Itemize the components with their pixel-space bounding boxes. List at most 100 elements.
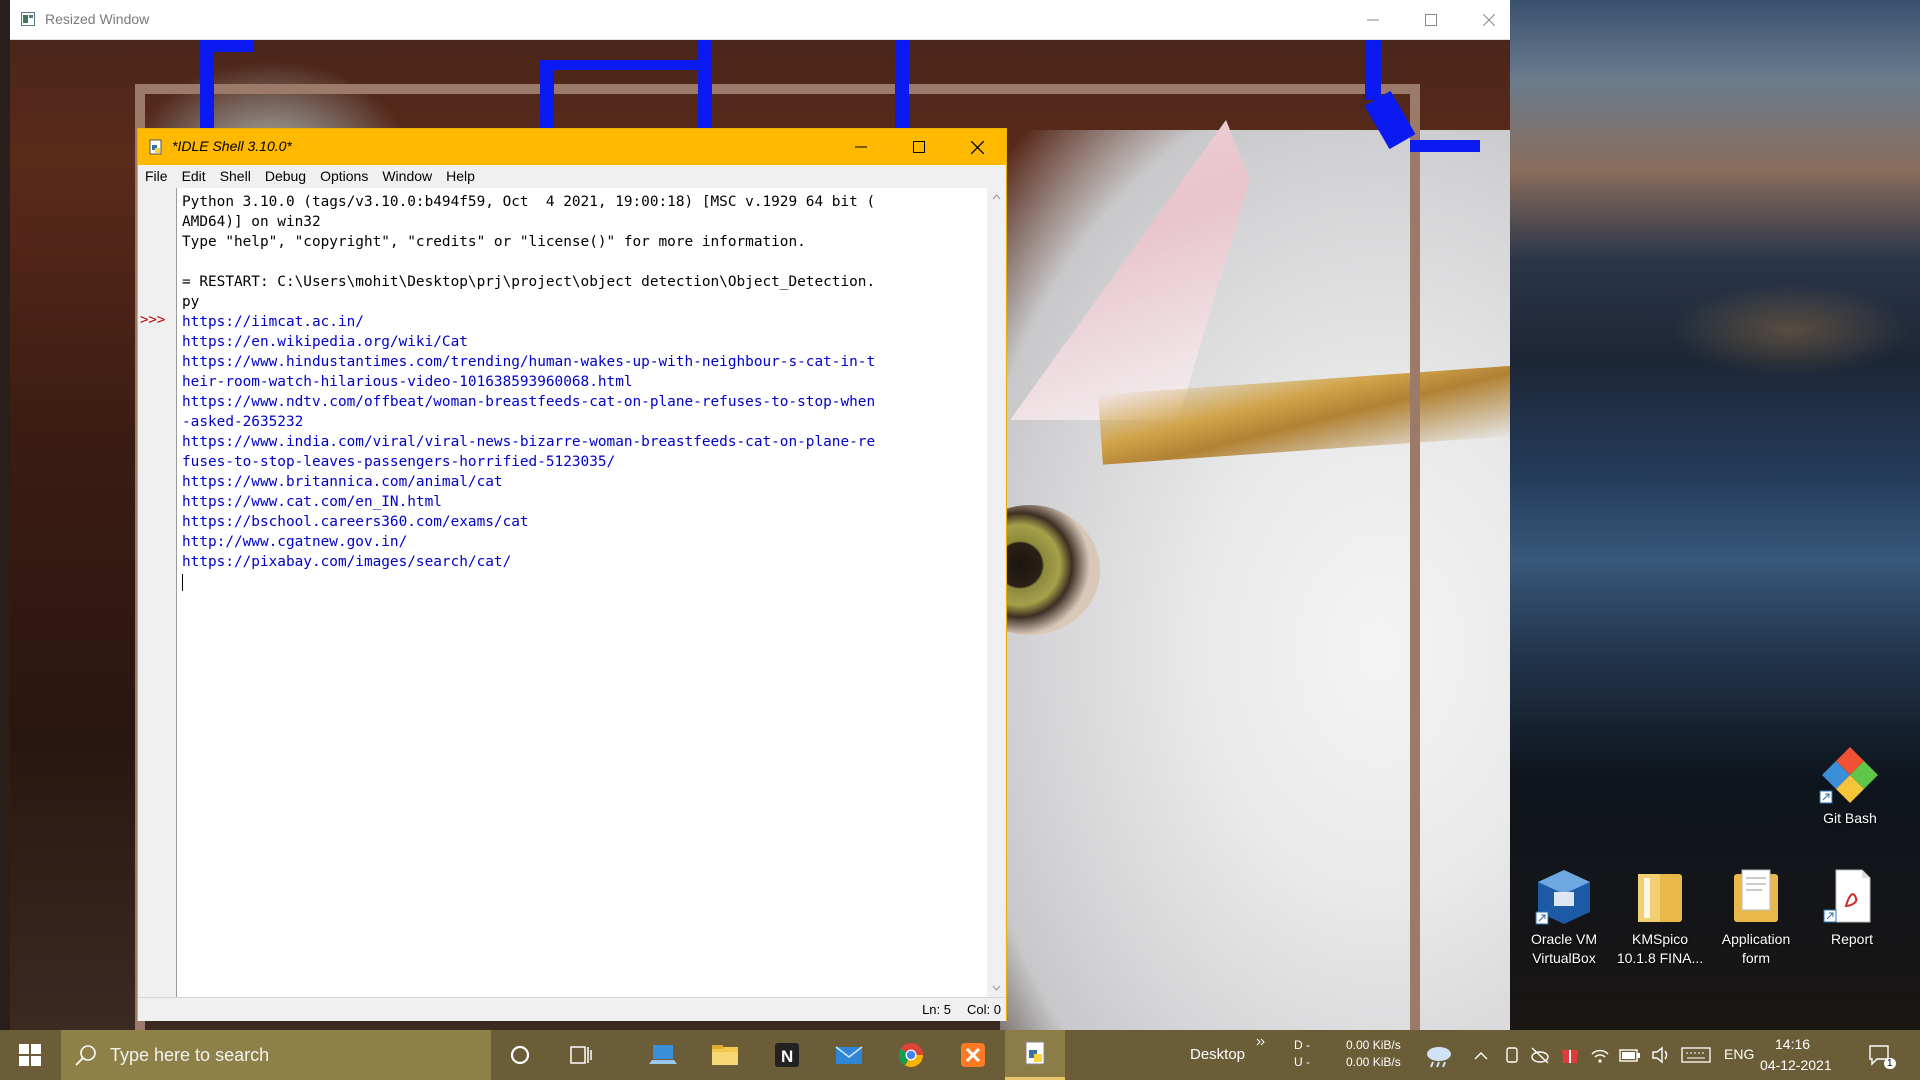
idle-shell-window[interactable]: *IDLE Shell 3.10.0* File Edit Shell Debu… [137,128,1007,1021]
idle-statusbar: Ln: 5 Col: 0 [138,997,1006,1021]
desktop-toolbar-label[interactable]: Desktop [1190,1046,1245,1063]
input-line[interactable] [182,572,875,592]
menu-file[interactable]: File [138,165,175,188]
desktop-icon-label: KMSpico 10.1.8 FINA... [1616,931,1704,966]
url-output-line: https://www.cat.com/en_IN.html [182,494,442,510]
shell-output-line: Python 3.10.0 (tags/v3.10.0:b494f59, Oct… [182,194,876,210]
url-output-line: https://www.britannica.com/animal/cat [182,474,503,490]
shell-prompt: >>> [140,312,166,328]
taskbar-search-box[interactable]: Type here to search [61,1030,491,1080]
url-output-line: https://en.wikipedia.org/wiki/Cat [182,334,468,350]
contour-line [698,40,712,135]
device-icon[interactable] [1503,1046,1521,1064]
virtualbox-icon [1535,870,1590,925]
keyboard-icon[interactable] [1681,1046,1711,1064]
laptop-icon [649,1045,677,1064]
shell-output: Python 3.10.0 (tags/v3.10.0:b494f59, Oct… [182,192,875,592]
url-output-line: fuses-to-stop-leaves-passengers-horrifie… [182,454,616,470]
desktop-icon-report[interactable]: Report [1804,868,1900,949]
maximize-button[interactable] [1402,0,1460,39]
clock-time[interactable]: 14:16 [1775,1036,1810,1052]
language-indicator[interactable]: ENG [1724,1046,1754,1062]
menu-shell[interactable]: Shell [213,165,258,188]
desktop-icon-git-bash[interactable]: Git Bash [1802,745,1898,828]
shell-sidebar: >>> [138,188,177,997]
maximize-icon [1425,13,1437,26]
contour-line [895,40,909,140]
shell-output-line: py [182,294,200,310]
taskbar-app-xampp[interactable] [943,1030,1003,1080]
wifi-icon[interactable] [1590,1046,1610,1064]
url-output-line: heir-room-watch-hilarious-video-10163859… [182,374,633,390]
chrome-icon [898,1043,923,1068]
shell-output-line: Type "help", "copyright", "credits" or "… [182,234,806,250]
taskbar-app-file-explorer[interactable] [695,1030,755,1080]
taskbar-app-mail[interactable] [819,1030,879,1080]
minimize-button[interactable] [1344,0,1402,39]
resized-window-title: Resized Window [45,11,150,27]
toolbar-expand-icon[interactable] [1256,1038,1266,1048]
url-output-line: http://www.cgatnew.gov.in/ [182,534,408,550]
cortana-icon [510,1045,530,1065]
scroll-up-icon[interactable] [987,188,1006,207]
cortana-button[interactable] [490,1030,550,1080]
taskbar-app-notion[interactable]: N [757,1030,817,1080]
status-line: Ln: 5 [922,1002,951,1017]
desktop-icon-application-form[interactable]: Application form [1708,868,1804,968]
volume-icon[interactable] [1651,1046,1671,1064]
task-view-button[interactable] [551,1030,611,1080]
menu-options[interactable]: Options [313,165,375,188]
battery-icon[interactable] [1619,1048,1641,1064]
idle-titlebar[interactable]: *IDLE Shell 3.10.0* [138,129,1006,165]
desktop-icon-oracle-vm-virtualbox[interactable]: Oracle VM VirtualBox [1516,868,1612,968]
search-placeholder: Type here to search [110,1045,270,1065]
taskbar-app-python-idle[interactable] [1005,1030,1065,1080]
menu-edit[interactable]: Edit [175,165,213,188]
maximize-icon [913,141,925,153]
contour-line [554,60,704,70]
shell-text-area[interactable]: Python 3.10.0 (tags/v3.10.0:b494f59, Oct… [177,188,987,997]
folder-icon [712,1045,738,1065]
onedrive-icon[interactable] [1530,1046,1550,1064]
xampp-icon [961,1043,985,1067]
desktop-icon-label: Oracle VM VirtualBox [1530,931,1598,966]
idle-minimize-button[interactable] [832,129,890,165]
contour-line [1365,40,1381,100]
folder-icon [1734,869,1778,922]
taskbar-app-this-pc[interactable] [633,1030,693,1080]
scroll-down-icon[interactable] [987,978,1006,997]
vertical-scrollbar[interactable] [987,188,1006,997]
net-download-speed: 0.00 KiB/s [1346,1038,1401,1052]
task-view-icon [570,1046,592,1064]
idle-title: *IDLE Shell 3.10.0* [172,138,292,154]
window-app-icon [21,12,35,26]
background-window-edge [0,0,10,1030]
mail-icon [835,1046,863,1064]
idle-close-button[interactable] [948,129,1006,165]
url-output-line: https://www.ndtv.com/offbeat/woman-breas… [182,394,876,410]
status-column: Col: 0 [967,1002,1001,1017]
gift-icon[interactable] [1560,1045,1580,1065]
idle-menubar: File Edit Shell Debug Options Window Hel… [138,165,1006,188]
shell-output-line: AMD64)] on win32 [182,214,321,230]
python-idle-icon [149,139,162,155]
url-output-line: https://www.india.com/viral/viral-news-b… [182,434,876,450]
search-icon [75,1045,96,1066]
menu-help[interactable]: Help [439,165,482,188]
url-output-line: https://www.hindustantimes.com/trending/… [182,354,876,370]
menu-window[interactable]: Window [375,165,439,188]
weather-icon[interactable] [1424,1042,1454,1068]
desktop-icon-label: Git Bash [1823,810,1877,826]
start-button[interactable] [0,1030,60,1080]
net-download-label: D - [1294,1038,1310,1052]
close-button[interactable] [1460,0,1510,39]
resized-window-titlebar[interactable]: Resized Window [10,0,1510,40]
taskbar-app-chrome[interactable] [881,1030,941,1080]
clock-date[interactable]: 04-12-2021 [1760,1057,1832,1073]
menu-debug[interactable]: Debug [258,165,313,188]
desktop-icon-kmspico[interactable]: KMSpico 10.1.8 FINA... [1612,868,1708,968]
url-output-line: https://bschool.careers360.com/exams/cat [182,514,529,530]
notion-icon: N [775,1043,799,1067]
idle-maximize-button[interactable] [890,129,948,165]
chevron-up-icon[interactable] [1473,1048,1489,1064]
